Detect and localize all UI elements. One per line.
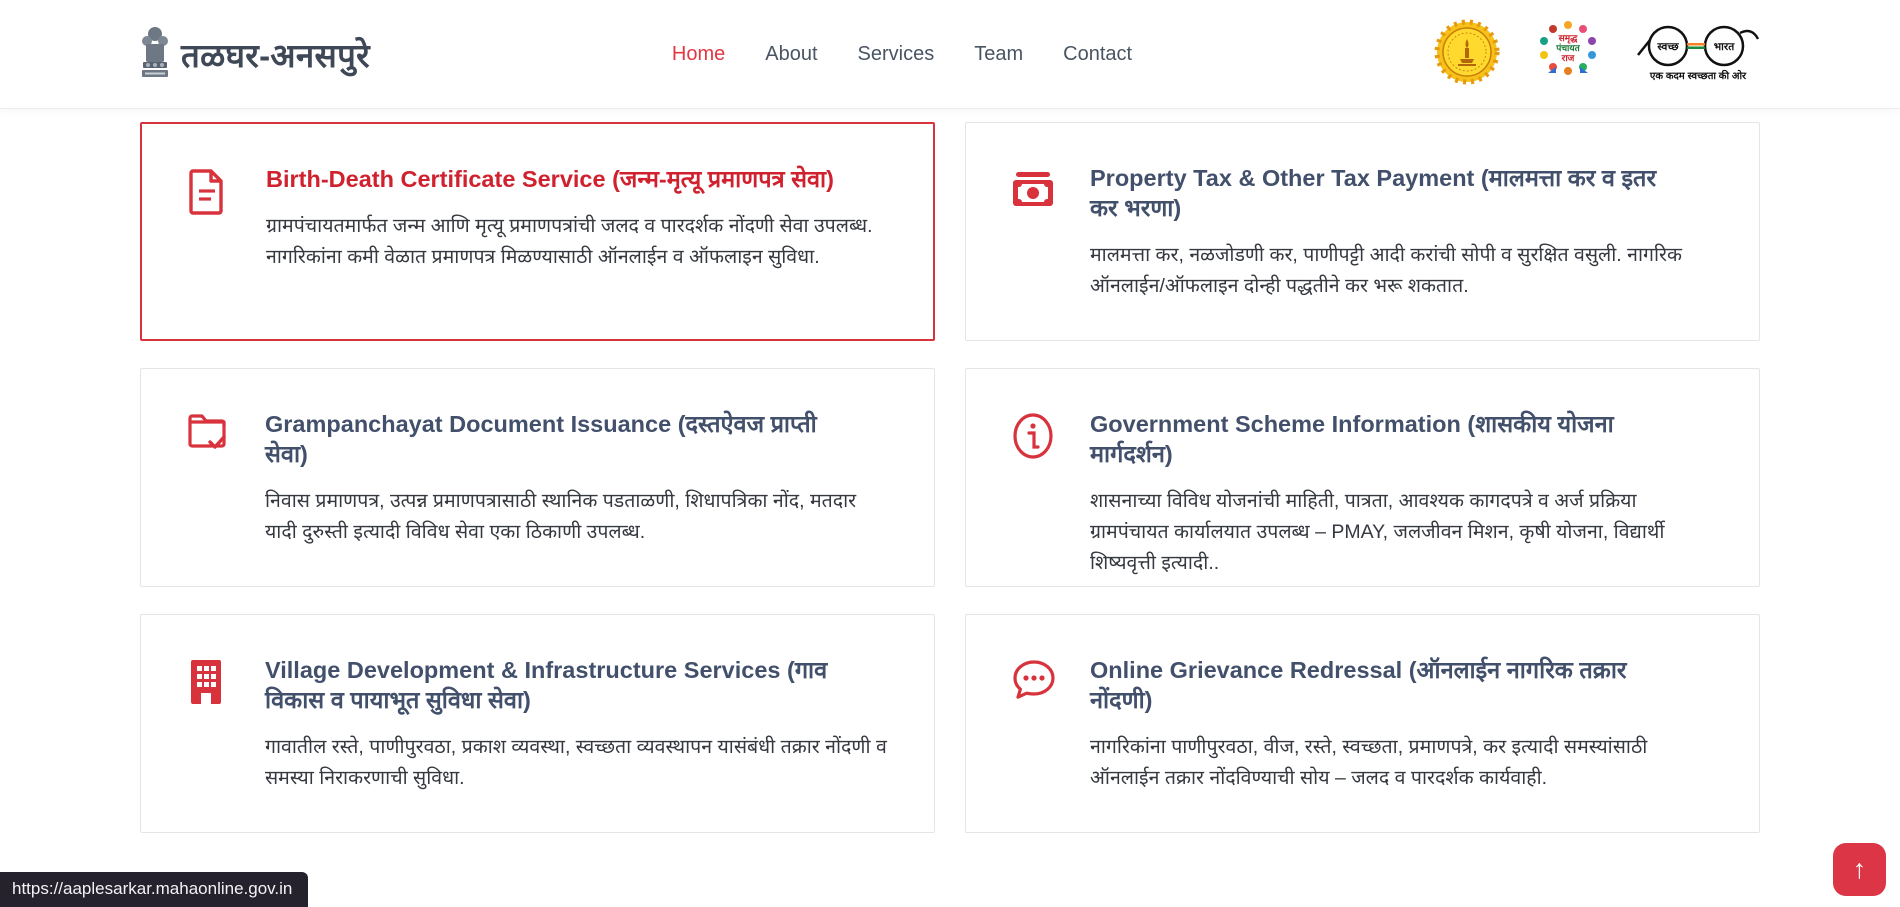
money-icon: [1011, 163, 1053, 340]
document-icon: [187, 164, 229, 339]
card-scheme-information[interactable]: Government Scheme Information (शासकीय यो…: [965, 368, 1760, 587]
card-title: Village Development & Infrastructure Ser…: [265, 655, 865, 715]
site-title: तळघर-अनसपुरे: [181, 32, 370, 77]
chat-dots-icon: [1011, 655, 1053, 832]
link-preview-status-bar: https://aaplesarkar.mahaonline.gov.in: [0, 872, 308, 907]
card-title: Property Tax & Other Tax Payment (मालमत्…: [1090, 163, 1690, 223]
card-description: निवास प्रमाणपत्र, उत्पन्न प्रमाणपत्रासाठ…: [265, 486, 889, 548]
nav-services[interactable]: Services: [858, 43, 935, 66]
card-description: मालमत्ता कर, नळजोडणी कर, पाणीपट्टी आदी क…: [1090, 240, 1714, 302]
nav-contact[interactable]: Contact: [1063, 43, 1132, 66]
card-description: ग्रामपंचायतमार्फत जन्म आणि मृत्यू प्रमाण…: [266, 211, 888, 273]
card-description: नागरिकांना पाणीपुरवठा, वीज, रस्ते, स्वच्…: [1090, 732, 1714, 794]
svg-text:भारत: भारत: [1714, 41, 1735, 53]
services-grid: Birth-Death Certificate Service (जन्म-मृ…: [140, 122, 1760, 833]
card-title: Grampanchayat Document Issuance (दस्तऐवज…: [265, 409, 865, 469]
nav-team[interactable]: Team: [974, 43, 1023, 66]
info-icon: [1011, 409, 1053, 586]
card-title: Online Grievance Redressal (ऑनलाईन नागरि…: [1090, 655, 1690, 715]
main-nav: Home About Services Team Contact: [672, 43, 1132, 66]
svg-text:स्वच्छ: स्वच्छ: [1656, 41, 1679, 53]
card-property-tax[interactable]: Property Tax & Other Tax Payment (मालमत्…: [965, 122, 1760, 341]
svg-text:पंचायत: पंचायत: [1555, 43, 1580, 53]
services-section: Birth-Death Certificate Service (जन्म-मृ…: [0, 109, 1900, 833]
card-village-development[interactable]: Village Development & Infrastructure Ser…: [140, 614, 935, 833]
nav-home[interactable]: Home: [672, 43, 725, 66]
maharashtra-seal-logo: [1434, 19, 1500, 90]
card-title: Birth-Death Certificate Service (जन्म-मृ…: [266, 164, 866, 194]
nav-about[interactable]: About: [765, 43, 817, 66]
card-grievance-redressal[interactable]: Online Grievance Redressal (ऑनलाईन नागरि…: [965, 614, 1760, 833]
svg-text:राज: राज: [1561, 53, 1575, 63]
header-logos: समृद्ध पंचायत राज स्वच्छ भारत एक कदम स्व…: [1434, 17, 1760, 92]
card-birth-death-certificate[interactable]: Birth-Death Certificate Service (जन्म-मृ…: [140, 122, 935, 341]
building-icon: [186, 655, 228, 832]
folder-check-icon: [186, 409, 228, 586]
swachh-bharat-logo: स्वच्छ भारत एक कदम स्वच्छता की ओर: [1636, 19, 1760, 90]
arrow-up-icon: ↑: [1853, 856, 1867, 883]
svg-text:एक कदम स्वच्छता की ओर: एक कदम स्वच्छता की ओर: [1649, 69, 1747, 82]
panchayat-raj-logo: समृद्ध पंचायत राज: [1534, 17, 1602, 92]
card-title: Government Scheme Information (शासकीय यो…: [1090, 409, 1690, 469]
card-description: शासनाच्या विविध योजनांची माहिती, पात्रता…: [1090, 486, 1714, 578]
card-description: गावातील रस्ते, पाणीपुरवठा, प्रकाश व्यवस्…: [265, 732, 889, 794]
national-emblem-icon: [140, 24, 170, 85]
scroll-to-top-button[interactable]: ↑: [1833, 843, 1886, 896]
brand[interactable]: तळघर-अनसपुरे: [140, 24, 370, 85]
card-document-issuance[interactable]: Grampanchayat Document Issuance (दस्तऐवज…: [140, 368, 935, 587]
site-header: तळघर-अनसपुरे Home About Services Team Co…: [0, 0, 1900, 109]
